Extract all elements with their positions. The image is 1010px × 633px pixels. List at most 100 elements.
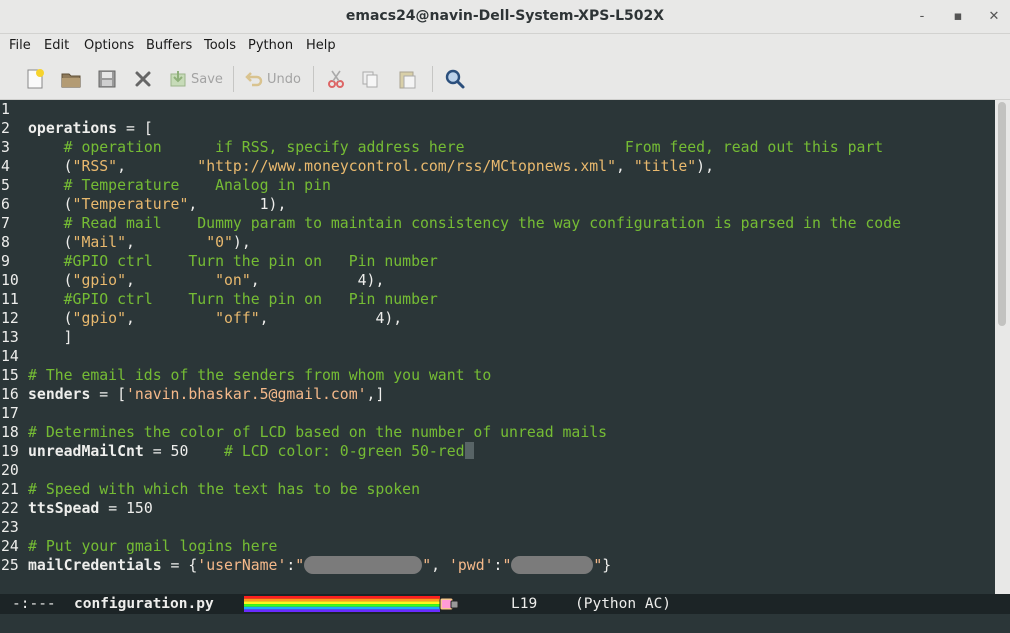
save-disk-icon <box>98 70 116 88</box>
code-token-plain: , 4), <box>250 272 385 289</box>
close-x-icon <box>135 71 151 87</box>
maximize-button[interactable]: ▪ <box>948 8 968 26</box>
menu-file[interactable]: File <box>9 38 31 53</box>
code-editor[interactable]: 1 2 operations = [3 # operation if RSS, sp… <box>0 100 995 594</box>
line-number: 11 <box>1 291 19 308</box>
line-code: # The email ids of the senders from whom… <box>28 366 491 385</box>
code-token-comment: # Put your gmail logins here <box>28 538 278 555</box>
line-number: 4 <box>1 158 10 175</box>
redacted-username <box>304 556 423 574</box>
line-number: 16 <box>1 386 19 403</box>
line-number: 20 <box>1 462 19 479</box>
open-button[interactable] <box>60 66 82 92</box>
line-code: # Put your gmail logins here <box>28 537 277 556</box>
code-token-plain: } <box>602 557 612 574</box>
menu-python[interactable]: Python <box>248 38 293 53</box>
code-token-plain: ( <box>28 196 73 213</box>
code-token-var: senders <box>28 386 91 403</box>
save-label: Save <box>191 71 223 87</box>
close-buffer-button[interactable] <box>132 66 154 92</box>
line-code: ] <box>28 328 73 347</box>
line-number: 22 <box>1 500 19 517</box>
paste-button[interactable] <box>396 66 418 92</box>
new-file-button[interactable] <box>24 66 46 92</box>
line-number: 19 <box>1 443 19 460</box>
undo-button[interactable]: Undo <box>244 66 301 92</box>
line-number: 14 <box>1 348 19 365</box>
code-token-plain: , <box>126 234 207 251</box>
undo-icon <box>245 72 263 87</box>
buffer-status: -:--- <box>12 596 56 612</box>
code-token-plain: , <box>431 557 449 574</box>
code-token-plain: ( <box>28 234 73 251</box>
code-token-comment: #GPIO ctrl Turn the pin on Pin number <box>63 291 438 308</box>
code-token-str2: 'navin.bhaskar.5@gmail.com' <box>126 386 367 403</box>
open-folder-icon <box>61 73 81 88</box>
code-token-plain: = [ <box>90 386 126 403</box>
menu-edit[interactable]: Edit <box>44 38 69 53</box>
minimize-button[interactable]: ‐ <box>912 8 932 26</box>
code-token-plain: = [ <box>117 120 153 137</box>
code-token-comment: # Temperature Analog in pin <box>63 177 331 194</box>
menu-buffers[interactable]: Buffers <box>146 38 192 53</box>
close-button[interactable]: ✕ <box>984 8 1004 26</box>
code-token-var: operations <box>28 120 118 137</box>
major-mode[interactable]: (Python AC) <box>575 594 671 614</box>
menu-help[interactable]: Help <box>306 38 336 53</box>
scrollbar-thumb[interactable] <box>998 102 1006 326</box>
line-code: # Temperature Analog in pin <box>28 176 331 195</box>
line-number: 5 <box>1 177 10 194</box>
search-button[interactable] <box>444 66 466 92</box>
undo-label: Undo <box>267 71 301 87</box>
line-number: 3 <box>1 139 10 156</box>
line-code: senders = ['navin.bhaskar.5@gmail.com',] <box>28 385 384 404</box>
code-token-string: "gpio" <box>72 310 126 327</box>
buffer-name[interactable]: configuration.py <box>74 594 214 614</box>
code-token-str2: " <box>295 557 305 574</box>
line-code: #GPIO ctrl Turn the pin on Pin number <box>28 290 438 309</box>
echo-area[interactable] <box>0 614 1010 633</box>
code-token-comment: # LCD color: 0-green 50-red <box>224 443 465 460</box>
line-number: 7 <box>1 215 10 232</box>
vertical-scrollbar[interactable] <box>995 100 1010 594</box>
line-code: operations = [ <box>28 119 153 138</box>
code-token-var: ttsSpead <box>28 500 100 517</box>
line-number: 10 <box>1 272 19 289</box>
save-button[interactable]: Save <box>168 66 223 92</box>
code-token-string: "0" <box>206 234 233 251</box>
line-number: 24 <box>1 538 19 555</box>
code-token-plain: ( <box>28 158 73 175</box>
menu-tools[interactable]: Tools <box>204 38 236 53</box>
code-token-string: "title" <box>633 158 697 175</box>
nyan-rainbow-icon <box>244 596 440 612</box>
code-token-comment: # Speed with which the text has to be sp… <box>28 481 420 498</box>
line-code: # Determines the color of LCD based on t… <box>28 423 607 442</box>
code-token-plain: ( <box>28 310 73 327</box>
line-number: 13 <box>1 329 19 346</box>
toolbar-separator <box>233 66 234 92</box>
menu-options[interactable]: Options <box>84 38 134 53</box>
code-token-plain: ), <box>232 234 251 251</box>
code-token-string: "Mail" <box>72 234 126 251</box>
code-token-str2: 'userName' <box>197 557 287 574</box>
code-token-comment: # The email ids of the senders from whom… <box>28 367 492 384</box>
code-token-comment: #GPIO ctrl Turn the pin on Pin number <box>63 253 438 270</box>
toolbar: Save Undo <box>0 58 1010 100</box>
line-number: 15 <box>1 367 19 384</box>
window-titlebar[interactable]: emacs24@navin-Dell-System-XPS-L502X ‐ ▪ … <box>0 0 1010 34</box>
code-token-plain: ), <box>696 158 714 175</box>
code-token-plain: : <box>286 557 296 574</box>
code-token-plain: , <box>615 158 634 175</box>
code-token-plain: , <box>117 158 198 175</box>
line-code: ttsSpead = 150 <box>28 499 153 518</box>
line-number: 8 <box>1 234 10 251</box>
cut-button[interactable] <box>326 66 346 92</box>
code-token-string: "gpio" <box>72 272 126 289</box>
save-disk-button[interactable] <box>96 66 118 92</box>
code-token-var: mailCredentials <box>28 557 162 574</box>
code-token-string: "http://www.moneycontrol.com/rss/MCtopne… <box>197 158 616 175</box>
copy-button[interactable] <box>360 66 380 92</box>
